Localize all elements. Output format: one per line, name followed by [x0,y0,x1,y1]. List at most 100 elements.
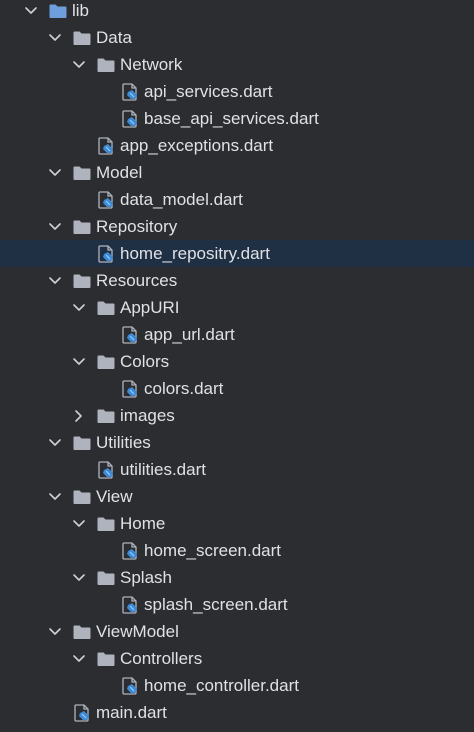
tree-file-utilities-dart[interactable]: utilities.dart [0,456,474,483]
tree-folder-resources[interactable]: Resources [0,267,474,294]
tree-item-label: Network [120,55,183,74]
tree-file-colors-dart[interactable]: colors.dart [0,375,474,402]
folder-icon [72,218,92,236]
chevron-down-icon[interactable] [72,301,86,315]
tree-item-label: colors.dart [144,379,224,398]
folder-icon [72,623,92,641]
tree-item-label: images [120,406,175,425]
chevron-placeholder [48,706,62,720]
dart-file-icon [96,136,116,155]
tree-item-label: home_controller.dart [144,676,299,695]
chevron-placeholder [96,598,110,612]
tree-item-label: lib [72,1,90,20]
folder-icon [96,650,116,668]
tree-folder-utilities[interactable]: Utilities [0,429,474,456]
tree-folder-model[interactable]: Model [0,159,474,186]
tree-item-label: Repository [96,217,178,236]
chevron-down-icon[interactable] [48,490,62,504]
tree-folder-network[interactable]: Network [0,51,474,78]
dart-file-icon [120,82,140,101]
chevron-right-icon[interactable] [72,409,86,423]
dart-file-icon [120,676,140,695]
chevron-down-icon[interactable] [48,274,62,288]
tree-item-label: Home [120,514,166,533]
chevron-placeholder [96,328,110,342]
tree-item-label: Model [96,163,143,182]
chevron-placeholder [72,139,86,153]
folder-icon [96,407,116,425]
tree-folder-view[interactable]: View [0,483,474,510]
tree-item-label: app_url.dart [144,325,235,344]
tree-file-app-exceptions-dart[interactable]: app_exceptions.dart [0,132,474,159]
tree-file-home-screen-dart[interactable]: home_screen.dart [0,537,474,564]
chevron-down-icon[interactable] [48,436,62,450]
tree-file-data-model-dart[interactable]: data_model.dart [0,186,474,213]
tree-file-main-dart[interactable]: main.dart [0,699,474,726]
dart-file-icon [96,460,116,479]
tree-file-base-api-services-dart[interactable]: base_api_services.dart [0,105,474,132]
tree-item-label: data_model.dart [120,190,243,209]
chevron-down-icon[interactable] [72,517,86,531]
tree-file-api-services-dart[interactable]: api_services.dart [0,78,474,105]
folder-icon [72,434,92,452]
tree-file-app-url-dart[interactable]: app_url.dart [0,321,474,348]
tree-item-label: ViewModel [96,622,179,641]
folder-icon [96,56,116,74]
tree-folder-lib[interactable]: lib [0,0,474,24]
dart-file-icon [120,109,140,128]
chevron-down-icon[interactable] [48,166,62,180]
tree-file-splash-screen-dart[interactable]: splash_screen.dart [0,591,474,618]
chevron-placeholder [96,85,110,99]
folder-icon [96,515,116,533]
chevron-down-icon[interactable] [24,4,38,18]
tree-folder-controllers[interactable]: Controllers [0,645,474,672]
dart-file-icon [120,541,140,560]
dart-file-icon [96,244,116,263]
tree-file-home-repositry-dart[interactable]: home_repositry.dart [0,240,474,267]
tree-folder-repository[interactable]: Repository [0,213,474,240]
folder-icon [96,299,116,317]
tree-folder-data[interactable]: Data [0,24,474,51]
chevron-down-icon[interactable] [48,220,62,234]
folder-icon [48,2,68,20]
tree-item-label: utilities.dart [120,460,206,479]
folder-icon [96,353,116,371]
project-file-tree[interactable]: lib Data Network api_services.dart base_api_… [0,0,474,732]
tree-item-label: Utilities [96,433,151,452]
tree-item-label: home_screen.dart [144,541,282,560]
chevron-placeholder [96,679,110,693]
chevron-placeholder [72,463,86,477]
tree-item-label: app_exceptions.dart [120,136,274,155]
tree-file-home-controller-dart[interactable]: home_controller.dart [0,672,474,699]
folder-icon [96,569,116,587]
folder-icon [72,272,92,290]
chevron-placeholder [96,382,110,396]
chevron-down-icon[interactable] [72,355,86,369]
tree-item-label: home_repositry.dart [120,244,270,263]
tree-folder-colors[interactable]: Colors [0,348,474,375]
chevron-down-icon[interactable] [48,625,62,639]
tree-item-label: api_services.dart [144,82,273,101]
chevron-placeholder [96,112,110,126]
tree-folder-home[interactable]: Home [0,510,474,537]
folder-icon [72,164,92,182]
chevron-down-icon[interactable] [72,58,86,72]
tree-folder-images[interactable]: images [0,402,474,429]
chevron-down-icon[interactable] [72,571,86,585]
tree-item-label: Colors [120,352,170,371]
chevron-placeholder [96,544,110,558]
tree-item-label: Resources [96,271,178,290]
dart-file-icon [120,379,140,398]
dart-file-icon [96,190,116,209]
tree-item-label: View [96,487,133,506]
dart-file-icon [120,595,140,614]
tree-item-label: splash_screen.dart [144,595,288,614]
dart-file-icon [72,703,92,722]
tree-folder-viewmodel[interactable]: ViewModel [0,618,474,645]
chevron-down-icon[interactable] [48,31,62,45]
tree-folder-splash[interactable]: Splash [0,564,474,591]
tree-item-label: Splash [120,568,172,587]
tree-folder-appuri[interactable]: AppURI [0,294,474,321]
chevron-down-icon[interactable] [72,652,86,666]
tree-item-label: main.dart [96,703,167,722]
